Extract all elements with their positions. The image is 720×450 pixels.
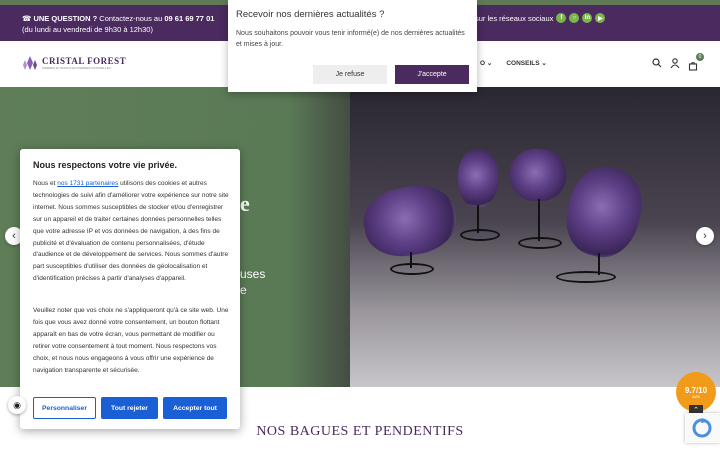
logo-tagline: PIERRES ET BIJOUX EN PIERRES NATURELLES (42, 66, 111, 70)
chevron-down-icon: ⌄ (541, 60, 547, 67)
customize-button[interactable]: Personnaliser (33, 397, 96, 419)
instagram-icon[interactable]: ○ (569, 13, 580, 23)
partners-link[interactable]: nos 1731 partenaires (57, 180, 118, 187)
stand-base (518, 237, 562, 249)
contact-info: ☎ UNE QUESTION ? Contactez-nous au 09 61… (22, 13, 214, 35)
opening-hours: (du lundi au vendredi de 9h30 à 12h30) (22, 25, 153, 34)
cookie-consent-dialog: Nous respectons votre vie privée. Nous e… (20, 149, 240, 429)
question-label: UNE QUESTION ? (33, 14, 98, 23)
rating-score: 9.7/10 (684, 385, 708, 395)
contact-text: Contactez-nous au (99, 14, 163, 23)
main-nav: O ⌄ CONSEILS ⌄ (480, 59, 547, 67)
stand-base (556, 271, 616, 283)
accept-all-button[interactable]: Accepter tout (163, 397, 227, 419)
hero-heading-fragment: e (240, 191, 250, 216)
search-icon[interactable] (652, 58, 662, 68)
cookie-description: Nous et nos 1731 partenaires utilisons d… (33, 178, 230, 285)
hero-image (350, 87, 720, 387)
facebook-icon[interactable]: f (556, 13, 567, 23)
account-icon[interactable] (670, 58, 680, 68)
nav-item-conseils[interactable]: CONSEILS ⌄ (506, 59, 547, 67)
amethyst-geode (458, 149, 498, 207)
reject-all-button[interactable]: Tout rejeter (101, 397, 158, 419)
recaptcha-badge (685, 413, 720, 443)
cookie-text: Nous et (33, 180, 58, 187)
amethyst-geode (557, 159, 651, 265)
chevron-down-icon: ⌄ (486, 60, 493, 67)
hero-text-fragment: uses (240, 267, 266, 281)
site-logo[interactable]: CRISTAL FOREST PIERRES ET BIJOUX EN PIER… (22, 55, 126, 71)
header-icons: 0 (652, 53, 704, 71)
notification-title: Recevoir nos dernières actualités ? (236, 9, 385, 20)
cart-count-badge: 0 (696, 53, 704, 61)
cart-icon (688, 61, 698, 71)
stand-base (460, 229, 500, 241)
stand-base (390, 263, 434, 275)
accept-notifications-button[interactable]: J'accepte (395, 65, 469, 84)
phone-number[interactable]: 09 61 69 77 01 (164, 14, 214, 23)
cookie-title: Nous respectons votre vie privée. (33, 160, 178, 170)
notification-prompt: Recevoir nos dernières actualités ? Nous… (228, 0, 477, 92)
cookie-text: utilisons des cookies et autres technolo… (33, 180, 229, 283)
rating-brand: AVIS (692, 394, 700, 399)
refuse-notifications-button[interactable]: Je refuse (313, 65, 387, 84)
youtube-icon[interactable]: ▶ (595, 13, 606, 23)
recaptcha-icon (692, 418, 712, 438)
notification-body: Nous souhaitons pouvoir vous tenir infor… (236, 30, 465, 48)
logo-name: CRISTAL FOREST (42, 56, 127, 66)
slider-next-button[interactable]: › (696, 227, 714, 245)
nav-item-partial[interactable]: O ⌄ (480, 59, 492, 67)
cart-button[interactable]: 0 (688, 53, 704, 71)
crystal-logo-icon (23, 56, 37, 70)
hero-text-fragment: e (240, 283, 247, 297)
social-text: sur les réseaux sociaux (475, 13, 554, 23)
cookie-settings-icon[interactable]: ◉ (8, 396, 26, 414)
social-links: sur les réseaux sociaux f ○ in ▶ (475, 13, 606, 23)
phone-icon: ☎ (22, 14, 32, 23)
stand (538, 199, 540, 241)
linkedin-icon[interactable]: in (582, 13, 593, 23)
amethyst-geode (358, 179, 462, 263)
amethyst-geode (510, 149, 566, 201)
cookie-note: Veuillez noter que vos choix ne s'appliq… (33, 307, 229, 374)
